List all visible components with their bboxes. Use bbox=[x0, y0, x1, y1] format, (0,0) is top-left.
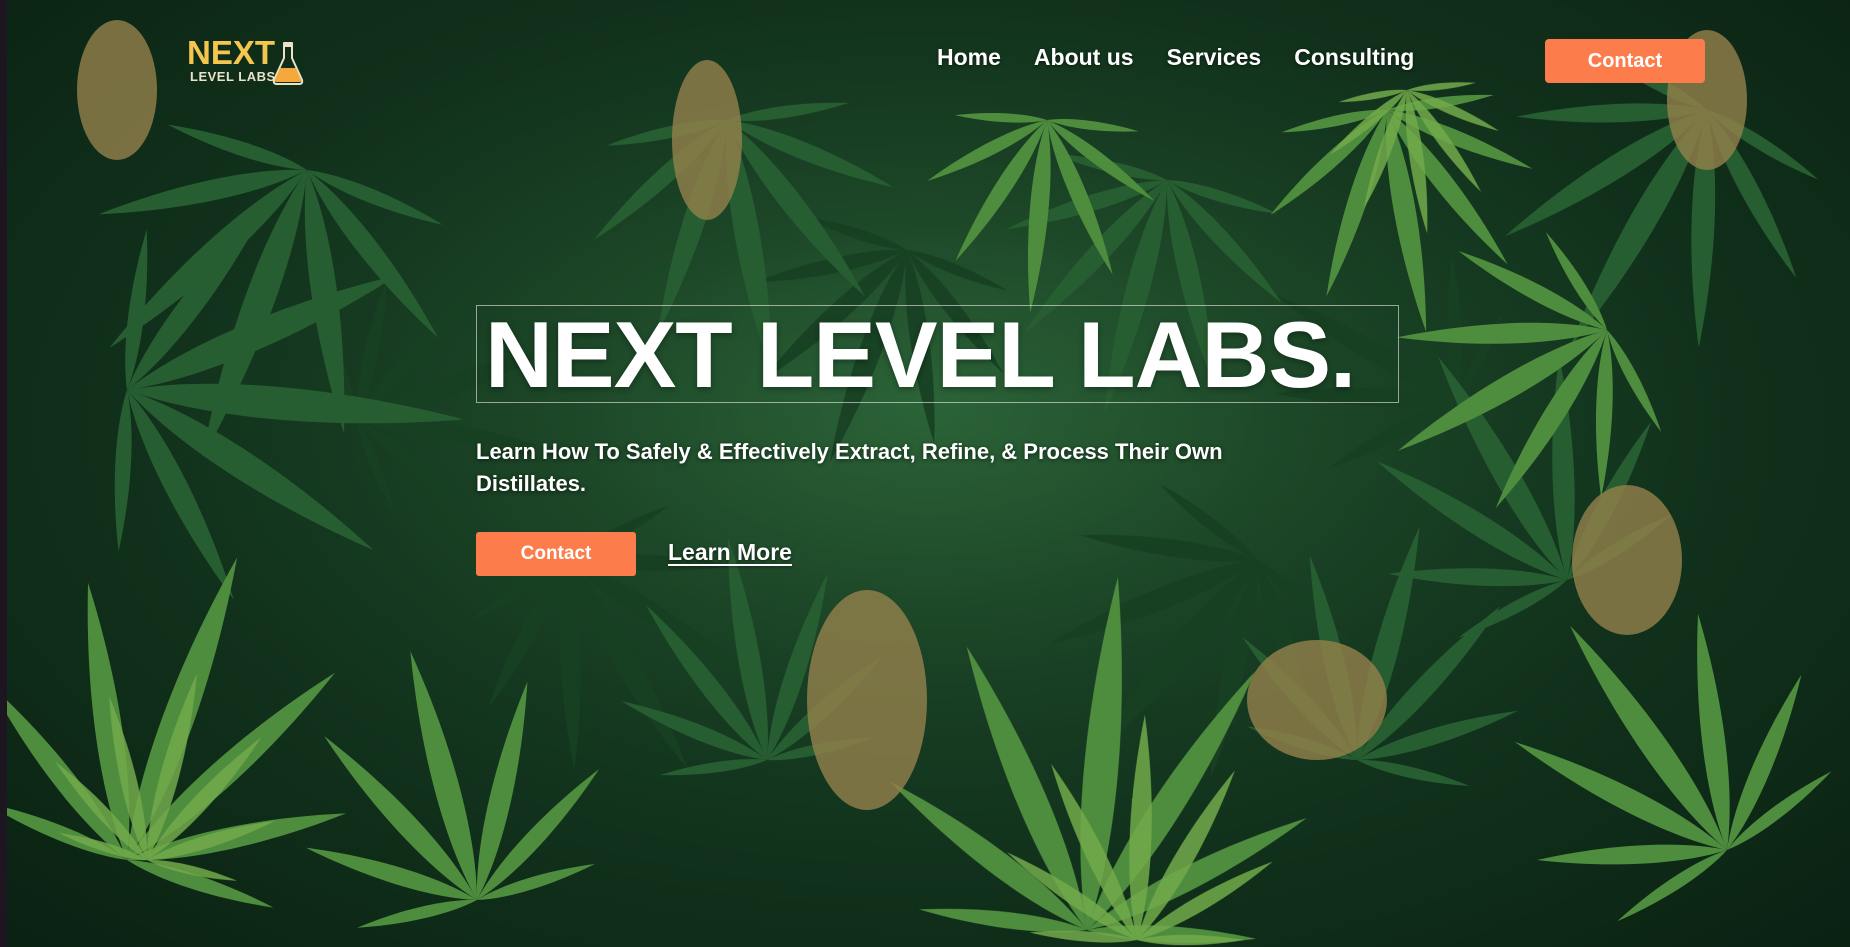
window-edge bbox=[0, 0, 7, 947]
hero-title: NEXT LEVEL LABS. bbox=[485, 302, 1356, 407]
learn-more-link[interactable]: Learn More bbox=[668, 539, 792, 566]
flask-icon bbox=[272, 42, 304, 85]
hero-contact-button[interactable]: Contact bbox=[476, 532, 636, 576]
main-nav: Home About us Services Consulting bbox=[929, 44, 1414, 71]
nav-about-us[interactable]: About us bbox=[1034, 44, 1134, 71]
site-logo[interactable]: NEXT LEVEL LABS bbox=[187, 36, 307, 90]
nav-consulting[interactable]: Consulting bbox=[1294, 44, 1414, 71]
hero-section: NEXT LEVEL LABS Home About us Services C… bbox=[7, 0, 1850, 947]
header-contact-button[interactable]: Contact bbox=[1545, 39, 1705, 83]
logo-subtitle: LEVEL LABS bbox=[190, 69, 276, 84]
logo-wordmark: NEXT bbox=[187, 34, 276, 71]
hero-subtitle: Learn How To Safely & Effectively Extrac… bbox=[476, 439, 1223, 496]
nav-home[interactable]: Home bbox=[937, 44, 1001, 71]
nav-services[interactable]: Services bbox=[1167, 44, 1262, 71]
